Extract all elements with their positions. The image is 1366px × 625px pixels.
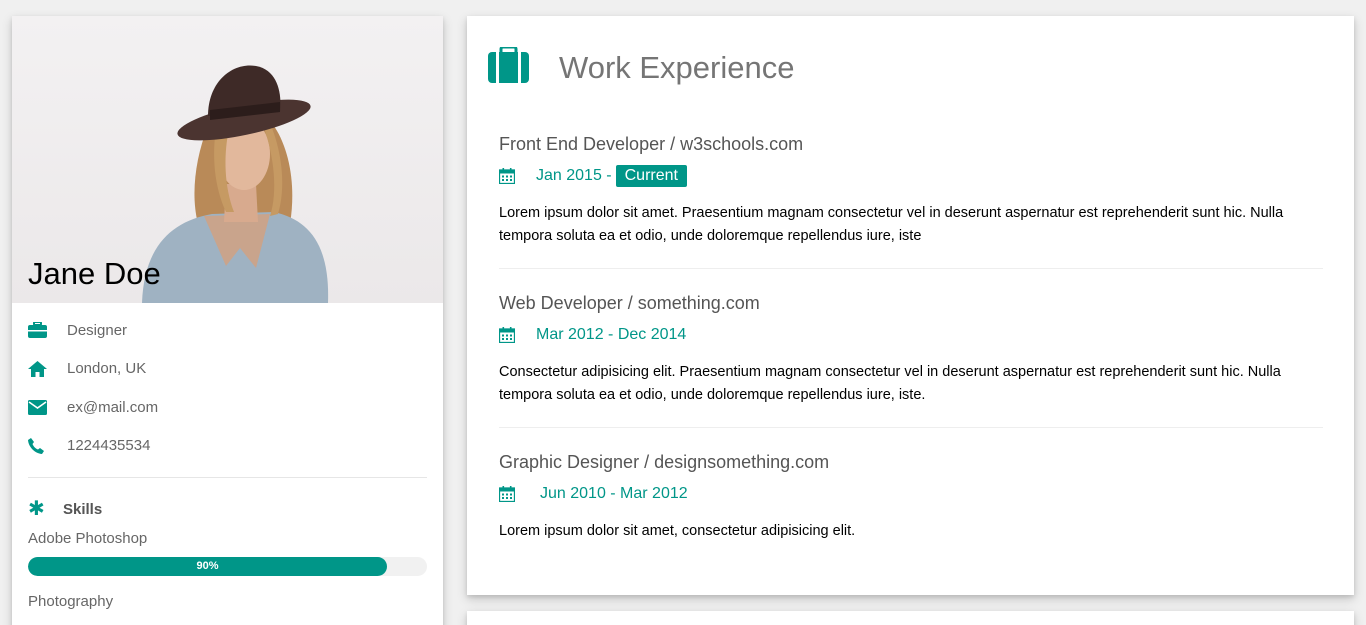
info-location: London, UK	[28, 350, 427, 389]
page-title: Work Experience	[559, 49, 795, 85]
info-job: Designer	[28, 311, 427, 350]
job-title: Graphic Designer / designsomething.com	[499, 452, 830, 472]
calendar-icon	[499, 168, 536, 184]
job-date-text: Jan 2015 -	[536, 167, 612, 184]
info-phone: 1224435534	[28, 427, 427, 466]
suitcase-icon	[488, 45, 529, 88]
job-title: Web Developer / something.com	[499, 293, 760, 313]
profile-photo: Jane Doe	[12, 16, 443, 303]
info-email-text: ex@mail.com	[67, 398, 159, 416]
skill-name: Adobe Photoshop	[28, 530, 148, 547]
profile-name: Jane Doe	[28, 256, 161, 291]
info-location-text: London, UK	[67, 360, 147, 378]
education-card	[467, 611, 1354, 625]
job-divider	[499, 268, 1323, 269]
calendar-icon	[499, 327, 536, 343]
job-date: Jun 2010 - Mar 2012	[499, 482, 1323, 506]
envelope-icon	[28, 399, 67, 415]
work-experience-card: Work Experience Front End Developer / w3…	[467, 16, 1354, 595]
job-entry: Front End Developer / w3schools.com Jan …	[499, 130, 1323, 289]
skill-progress-bar: 90%	[28, 557, 427, 576]
asterisk-icon: ✱	[28, 498, 45, 520]
profile-card: Jane Doe Designer London, UK ex@mail.com…	[12, 16, 443, 625]
current-badge: Current	[615, 165, 687, 187]
job-entry: Graphic Designer / designsomething.com J…	[499, 448, 1323, 563]
job-description: Lorem ipsum dolor sit amet. Praesentium …	[499, 205, 1284, 244]
skills-heading: ✱ Skills	[28, 490, 427, 528]
work-header: Work Experience	[488, 45, 795, 88]
job-date-text: Jun 2010 - Mar 2012	[540, 485, 688, 502]
job-date: Jan 2015 - Current	[499, 164, 1323, 188]
job-description: Consectetur adipisicing elit. Praesentiu…	[499, 364, 1281, 403]
info-phone-text: 1224435534	[67, 437, 151, 455]
phone-icon	[28, 437, 67, 454]
job-date-text: Mar 2012 - Dec 2014	[536, 326, 687, 343]
job-list: Front End Developer / w3schools.com Jan …	[499, 130, 1323, 563]
briefcase-icon	[28, 322, 67, 339]
job-date: Mar 2012 - Dec 2014	[499, 323, 1323, 347]
profile-divider	[28, 477, 427, 478]
skills-label: Skills	[63, 500, 103, 518]
skill-progress-fill: 90%	[28, 557, 388, 576]
home-icon	[28, 360, 67, 377]
info-email: ex@mail.com	[28, 388, 427, 427]
job-description: Lorem ipsum dolor sit amet, consectetur …	[499, 523, 856, 539]
profile-info: Designer London, UK ex@mail.com 12244355…	[12, 311, 443, 610]
job-title: Front End Developer / w3schools.com	[499, 134, 804, 154]
job-divider	[499, 427, 1323, 428]
job-entry: Web Developer / something.com Mar 2012 -…	[499, 289, 1323, 448]
calendar-icon	[499, 486, 540, 502]
skill-name: Photography	[28, 593, 114, 610]
info-job-text: Designer	[67, 321, 128, 339]
